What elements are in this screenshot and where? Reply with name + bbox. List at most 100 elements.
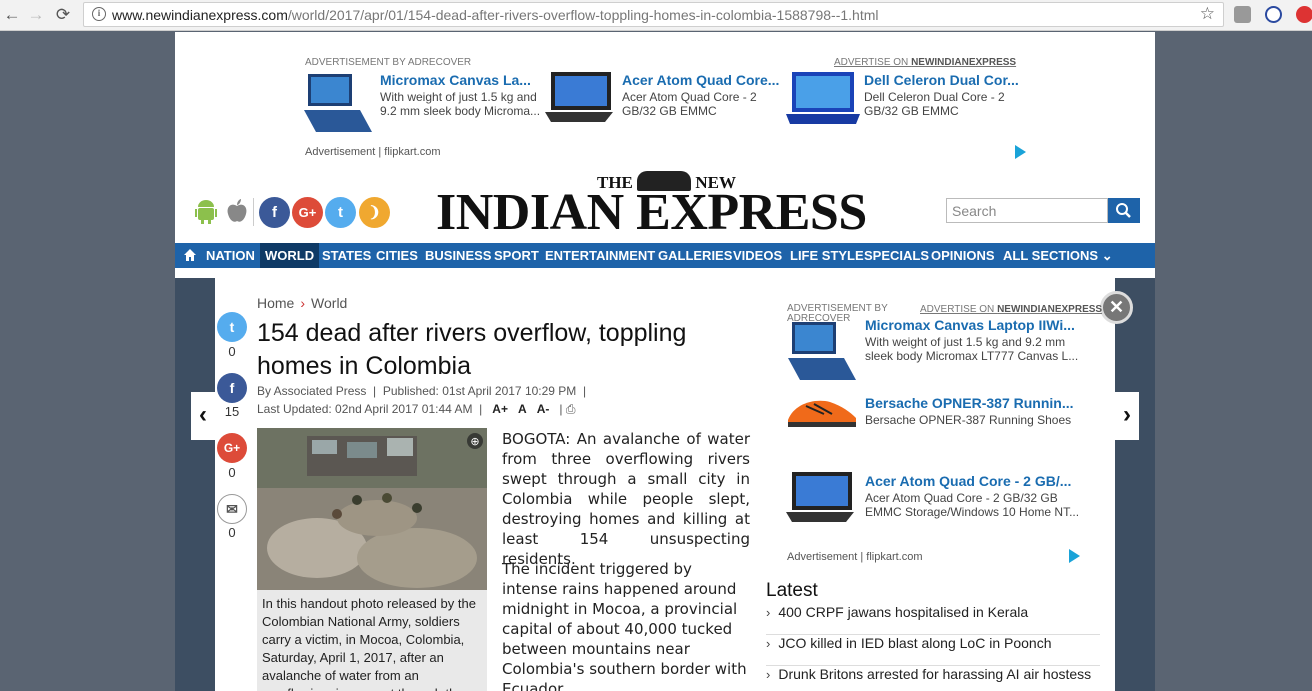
nav-opinions[interactable]: OPINIONS <box>926 243 1000 268</box>
ad-title[interactable]: Acer Atom Quad Core... <box>622 72 784 88</box>
twitter-count: 0 <box>228 344 236 359</box>
facebook-count: 15 <box>224 404 240 419</box>
twitter-share-icon[interactable]: t <box>217 312 247 342</box>
chevron-right-icon: › <box>766 667 771 682</box>
article-photo[interactable]: ⊕ <box>257 428 487 590</box>
extension-icon[interactable] <box>1234 6 1251 23</box>
breadcrumb-home[interactable]: Home <box>257 295 294 311</box>
side-ad-title[interactable]: Acer Atom Quad Core - 2 GB/... <box>865 473 1080 489</box>
article-paragraph: BOGOTA: An avalanche of water from three… <box>502 430 750 568</box>
font-increase-button[interactable]: A+ <box>492 402 508 416</box>
article-paragraph: The incident triggered by intense rains … <box>502 560 747 691</box>
latest-heading: Latest <box>766 580 818 601</box>
ad-label: ADVERTISEMENT BY ADRECOVER <box>305 57 472 68</box>
nav-all-sections[interactable]: ALL SECTIONS ⌄ <box>998 243 1118 268</box>
laptop-thumbnail <box>786 72 860 124</box>
google-count: 0 <box>228 465 236 480</box>
updated-date: Last Updated: 02nd April 2017 01:44 AM <box>257 402 473 416</box>
extension-badge-icon[interactable] <box>1296 6 1312 23</box>
print-icon[interactable]: ⎙ <box>566 402 576 416</box>
laptop-thumbnail <box>304 74 372 132</box>
shoe-thumbnail <box>788 400 856 427</box>
nav-nation[interactable]: NATION <box>201 243 260 268</box>
prev-article-button[interactable]: ‹ <box>191 392 215 440</box>
nav-lifestyle[interactable]: LIFE STYLE <box>785 243 869 268</box>
ad-title[interactable]: Dell Celeron Dual Cor... <box>864 72 1024 88</box>
side-ad-title[interactable]: Bersache OPNER-387 Runnin... <box>865 395 1080 411</box>
side-ad-desc: With weight of just 1.5 kg and 9.2 mm sl… <box>865 335 1079 363</box>
forward-icon[interactable]: → <box>26 5 46 25</box>
ad-desc: Dell Celeron Dual Core - 2 GB/32 GB EMMC… <box>864 90 1005 118</box>
nav-entertainment[interactable]: ENTERTAINMENT <box>540 243 660 268</box>
ad-footer: Advertisement | flipkart.com <box>305 146 441 158</box>
latest-item[interactable]: › 400 CRPF jawans hospitalised in Kerala <box>766 604 1100 635</box>
url-text: www.newindianexpress.com/world/2017/apr/… <box>112 7 879 23</box>
chevron-right-icon: › <box>766 636 771 651</box>
published-date: Published: 01st April 2017 10:29 PM <box>382 384 577 398</box>
home-icon[interactable] <box>178 243 202 268</box>
nav-world[interactable]: WORLD <box>260 243 320 268</box>
email-share-icon[interactable]: ✉ <box>217 494 247 524</box>
block-extension-icon[interactable] <box>1265 6 1282 23</box>
nav-business[interactable]: BUSINESS <box>420 243 496 268</box>
address-bar[interactable]: i www.newindianexpress.com/world/2017/ap… <box>83 2 1224 27</box>
bookmark-star-icon[interactable]: ☆ <box>1200 4 1215 24</box>
side-ad-footer: Advertisement | flipkart.com <box>787 551 923 563</box>
laptop-thumbnail <box>788 322 856 380</box>
nav-cities[interactable]: CITIES <box>371 243 423 268</box>
ad-title[interactable]: Micromax Canvas La... <box>380 72 540 88</box>
byline: By Associated Press <box>257 384 367 398</box>
article-headline: 154 dead after rivers overflow, toppling… <box>257 319 687 380</box>
main-nav: NATION WORLD STATES CITIES BUSINESS SPOR… <box>175 243 1155 268</box>
android-icon[interactable] <box>195 199 217 225</box>
close-icon[interactable]: ✕ <box>1100 291 1133 324</box>
side-advertise-link[interactable]: ADVERTISE ON NEWINDIANEXPRESS <box>920 304 1102 315</box>
latest-item[interactable]: › Drunk Britons arrested for harassing AI… <box>766 666 1100 691</box>
info-icon[interactable]: i <box>92 7 106 21</box>
nav-specials[interactable]: SPECIALS <box>859 243 934 268</box>
ad-desc: With weight of just 1.5 kg and 9.2 mm sl… <box>380 90 541 118</box>
back-icon[interactable]: ← <box>2 5 22 25</box>
font-reset-button[interactable]: A <box>518 402 527 416</box>
side-ad-title[interactable]: Micromax Canvas Laptop IIWi... <box>865 317 1080 333</box>
google-share-icon[interactable]: G+ <box>217 433 247 463</box>
nav-sport[interactable]: SPORT <box>489 243 544 268</box>
rss-icon[interactable]: ❩ <box>359 197 390 228</box>
side-ad-desc: Bersache OPNER-387 Running Shoes <box>865 413 1072 427</box>
email-count: 0 <box>228 525 236 540</box>
facebook-icon[interactable]: f <box>259 197 290 228</box>
site-logo[interactable]: INDIAN EXPRESS <box>436 185 867 241</box>
apple-icon[interactable] <box>226 198 248 224</box>
google-plus-icon[interactable]: G+ <box>292 197 323 228</box>
facebook-share-icon[interactable]: f <box>217 373 247 403</box>
browser-toolbar: ← → ⟳ i www.newindianexpress.com/world/2… <box>0 0 1312 31</box>
breadcrumb: Home › World <box>257 295 347 311</box>
home-icon-glyph <box>184 249 196 261</box>
reload-icon[interactable]: ⟳ <box>53 5 73 25</box>
svg-text:⊕: ⊕ <box>470 435 479 448</box>
advertise-link[interactable]: ADVERTISE ON NEWINDIANEXPRESS <box>834 57 1016 68</box>
adchoices-icon[interactable] <box>1069 549 1080 563</box>
adchoices-icon[interactable] <box>1015 145 1026 159</box>
ad-desc: Acer Atom Quad Core - 2 GB/32 GB EMMC St… <box>622 90 757 118</box>
chevron-right-icon: › <box>766 605 771 620</box>
nav-states[interactable]: STATES <box>317 243 376 268</box>
divider <box>253 198 254 226</box>
nav-videos[interactable]: VIDEOS <box>728 243 787 268</box>
photo-caption: In this handout photo released by the Co… <box>257 590 487 691</box>
chevron-right-icon: › <box>300 295 306 311</box>
search-input[interactable]: Search <box>946 198 1108 223</box>
laptop-thumbnail <box>786 472 854 522</box>
latest-item[interactable]: › JCO killed in IED blast along LoC in Po… <box>766 635 1100 666</box>
search-button[interactable] <box>1108 198 1140 223</box>
article-meta-updated: Last Updated: 02nd April 2017 01:44 AM |… <box>257 402 576 416</box>
chevron-down-icon: ⌄ <box>1101 248 1113 263</box>
next-article-button[interactable]: › <box>1115 392 1139 440</box>
twitter-icon[interactable]: t <box>325 197 356 228</box>
nav-galleries[interactable]: GALLERIES <box>653 243 737 268</box>
laptop-thumbnail <box>545 72 613 122</box>
font-decrease-button[interactable]: A- <box>537 402 550 416</box>
breadcrumb-world[interactable]: World <box>311 295 347 311</box>
side-ad-desc: Acer Atom Quad Core - 2 GB/32 GB EMMC St… <box>865 491 1080 519</box>
search-icon <box>1116 203 1131 218</box>
